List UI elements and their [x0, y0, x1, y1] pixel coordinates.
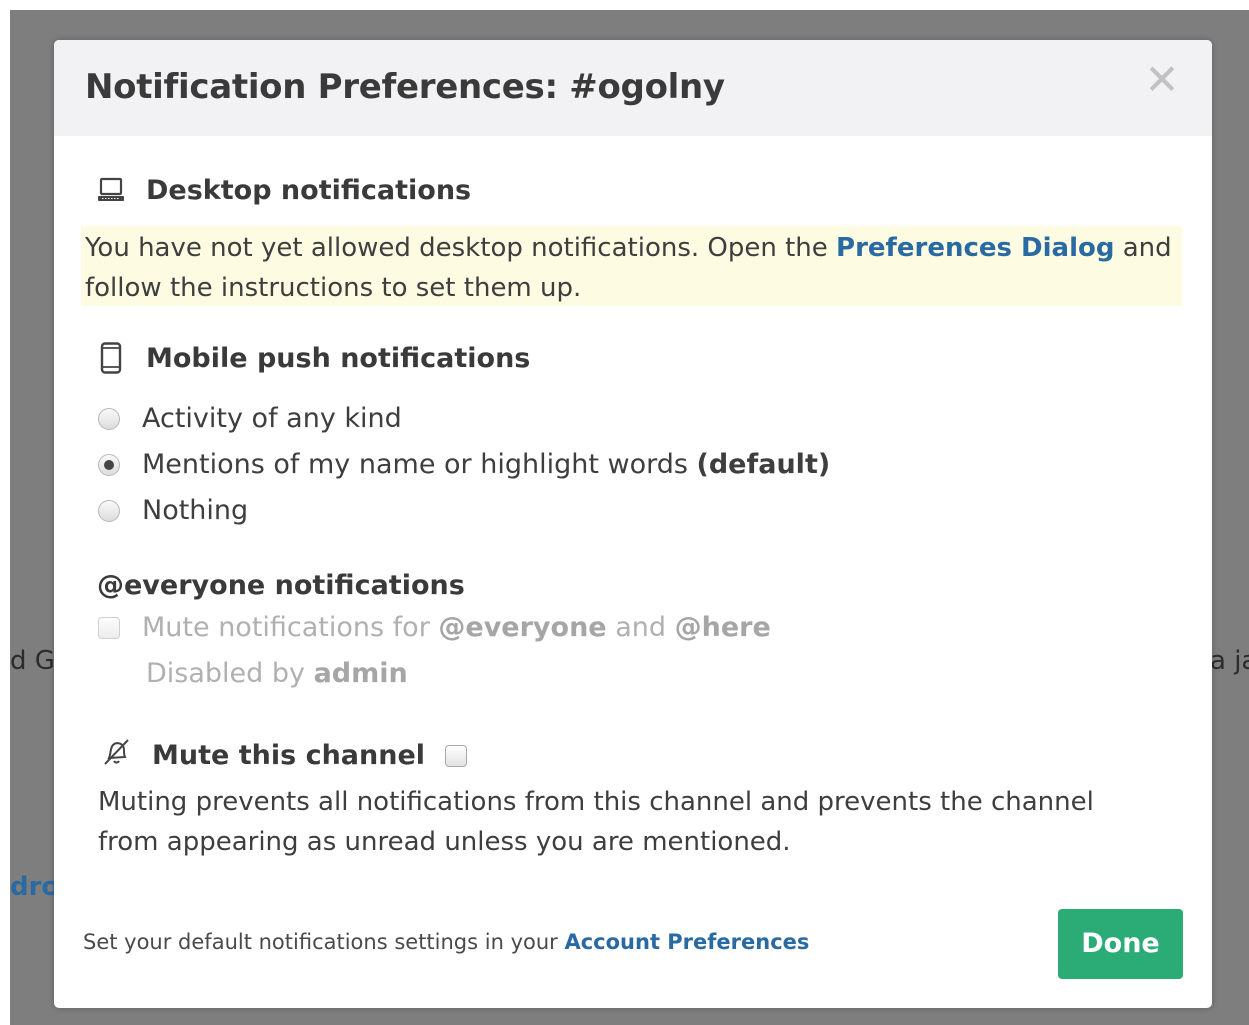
radio-button-selected[interactable] — [98, 453, 120, 476]
footer-default-settings-text: Set your default notifications settings … — [83, 930, 810, 954]
phone-icon — [96, 342, 126, 374]
radio-option-nothing[interactable]: Nothing — [98, 495, 248, 526]
desktop-permission-warning: You have not yet allowed desktop notific… — [81, 226, 1182, 306]
mobile-push-title: Mobile push notifications — [146, 342, 531, 374]
modal-header: Notification Preferences: #ogolny ✕ — [54, 40, 1212, 136]
radio-label: Activity of any kind — [142, 403, 402, 434]
radio-button[interactable] — [98, 499, 120, 522]
account-preferences-link[interactable]: Account Preferences — [564, 930, 809, 954]
mute-channel-description: Muting prevents all notifications from t… — [98, 787, 1094, 857]
radio-button[interactable] — [98, 407, 120, 430]
bell-off-icon — [100, 736, 132, 775]
laptop-icon — [96, 174, 126, 206]
done-button[interactable]: Done — [1058, 909, 1183, 979]
mute-channel-row: Mute this channel — [100, 736, 468, 775]
desktop-notifications-heading: Desktop notifications — [96, 174, 471, 206]
close-icon: ✕ — [1144, 55, 1180, 104]
modal-title: Notification Preferences: #ogolny — [85, 67, 725, 107]
background-link: dro — [10, 872, 54, 902]
mobile-push-heading: Mobile push notifications — [96, 342, 530, 374]
radio-label: Nothing — [142, 495, 249, 526]
background-text-left: d Go — [10, 646, 54, 676]
notification-preferences-modal: Notification Preferences: #ogolny ✕ Desk… — [54, 40, 1212, 1008]
preferences-dialog-link[interactable]: Preferences Dialog — [836, 233, 1114, 263]
mute-everyone-label: Mute notifications for @everyone and @he… — [142, 612, 771, 643]
warning-text-before: You have not yet allowed desktop notific… — [85, 233, 837, 263]
radio-option-mentions[interactable]: Mentions of my name or highlight words (… — [98, 449, 830, 480]
mute-channel-checkbox[interactable] — [445, 744, 468, 767]
mute-everyone-checkbox-disabled — [98, 616, 120, 639]
mute-everyone-row: Mute notifications for @everyone and @he… — [98, 612, 771, 643]
radio-label: Mentions of my name or highlight words (… — [142, 449, 831, 480]
background-text-right: a ja — [1210, 646, 1249, 676]
radio-option-any-activity[interactable]: Activity of any kind — [98, 403, 402, 434]
close-button[interactable]: ✕ — [1142, 59, 1182, 101]
here-tag: @here — [674, 612, 771, 643]
everyone-notifications-heading: @everyone notifications — [97, 570, 465, 601]
admin-name: admin — [313, 658, 408, 689]
everyone-tag: @everyone — [438, 612, 607, 643]
default-marker: (default) — [696, 449, 831, 480]
disabled-by-admin-note: Disabled by admin — [146, 658, 408, 689]
desktop-notifications-title: Desktop notifications — [146, 174, 472, 206]
mute-channel-title: Mute this channel — [152, 740, 426, 771]
